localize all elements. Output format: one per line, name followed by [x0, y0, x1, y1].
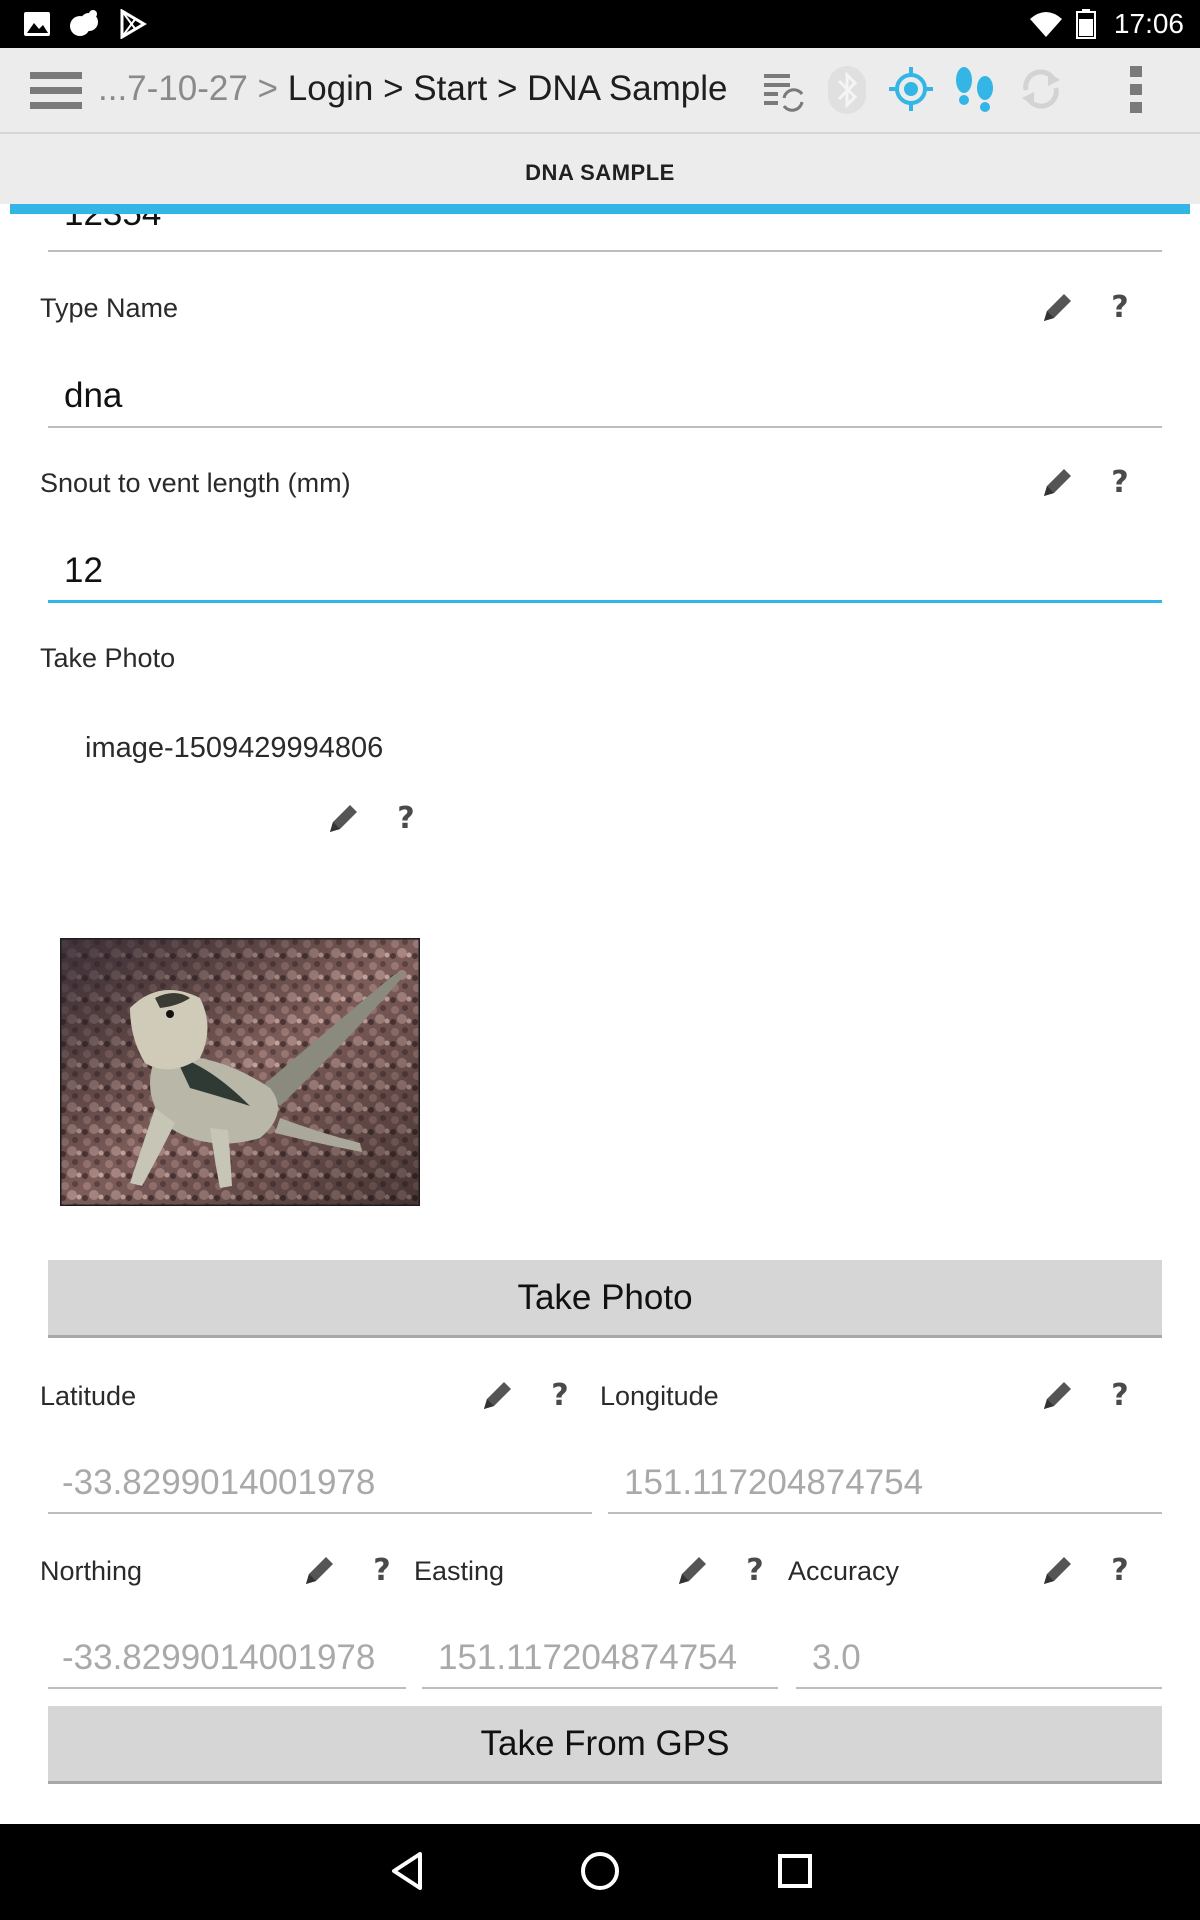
edit-pencil-icon[interactable]: [480, 1379, 514, 1413]
help-icon[interactable]: ?: [738, 1554, 772, 1588]
breadcrumb-prefix[interactable]: ...7-10-27: [98, 69, 248, 108]
menu-icon[interactable]: [30, 70, 82, 112]
tab-indicator: [10, 204, 1190, 214]
breadcrumb-dna-sample[interactable]: DNA Sample: [527, 69, 727, 108]
battery-icon: [1076, 9, 1096, 39]
longitude-input[interactable]: 151.117204874754: [624, 1463, 923, 1503]
accuracy-label: Accuracy: [788, 1556, 900, 1586]
breadcrumb-start[interactable]: Start: [413, 69, 487, 108]
photo-filename: image-1509429994806: [85, 732, 384, 764]
breadcrumb-separator: >: [257, 69, 278, 108]
edit-pencil-icon[interactable]: [1040, 466, 1074, 500]
accuracy-input[interactable]: 3.0: [812, 1638, 861, 1678]
edit-pencil-icon[interactable]: [1040, 291, 1074, 325]
top-field-underline: [48, 250, 1162, 252]
edit-pencil-icon[interactable]: [302, 1554, 336, 1588]
latitude-label: Latitude: [40, 1381, 137, 1411]
help-icon[interactable]: ?: [543, 1379, 577, 1413]
back-icon[interactable]: [384, 1846, 434, 1896]
latitude-underline: [48, 1512, 592, 1514]
easting-underline: [422, 1687, 778, 1689]
edit-pencil-icon[interactable]: [326, 802, 360, 836]
gallery-icon: [24, 12, 50, 36]
tab-bar: DNA SAMPLE: [0, 134, 1200, 204]
take-from-gps-button[interactable]: Take From GPS: [48, 1706, 1162, 1784]
svl-label: Snout to vent length (mm): [40, 468, 351, 498]
refresh-icon[interactable]: [1018, 66, 1064, 112]
home-icon[interactable]: [575, 1846, 625, 1896]
sync-list-icon[interactable]: [762, 68, 806, 112]
app-bar: ...7-10-27 > Login > Start > DNA Sample: [0, 48, 1200, 134]
help-icon[interactable]: ?: [1103, 291, 1137, 325]
tracking-icon[interactable]: [952, 64, 998, 114]
clock: 17:06: [1113, 8, 1184, 39]
accuracy-underline: [796, 1687, 1162, 1689]
help-icon[interactable]: ?: [1103, 466, 1137, 500]
easting-input[interactable]: 151.117204874754: [438, 1638, 737, 1678]
overflow-menu-icon[interactable]: [1125, 64, 1147, 116]
longitude-underline: [608, 1512, 1162, 1514]
navigation-bar: [0, 1824, 1200, 1920]
type-name-underline: [48, 426, 1162, 428]
edit-pencil-icon[interactable]: [1040, 1554, 1074, 1588]
longitude-label: Longitude: [600, 1381, 719, 1411]
type-name-label: Type Name: [40, 293, 179, 323]
wifi-icon: [1030, 12, 1062, 37]
help-icon[interactable]: ?: [1103, 1379, 1137, 1413]
breadcrumb: ...7-10-27 > Login > Start > DNA Sample: [98, 69, 728, 109]
help-icon[interactable]: ?: [365, 1554, 399, 1588]
latitude-input[interactable]: -33.8299014001978: [62, 1463, 375, 1503]
breadcrumb-login[interactable]: Login: [288, 69, 374, 108]
photo-thumbnail[interactable]: [60, 938, 420, 1206]
svl-input[interactable]: 12: [64, 551, 103, 591]
breadcrumb-separator: >: [383, 69, 404, 108]
easting-label: Easting: [414, 1556, 505, 1586]
breadcrumb-separator: >: [496, 69, 518, 108]
bluetooth-icon[interactable]: [826, 64, 868, 116]
play-store-icon: [120, 9, 147, 39]
gps-icon[interactable]: [888, 66, 934, 112]
take-photo-label: Take Photo: [40, 643, 176, 673]
tab-dna-sample[interactable]: DNA SAMPLE: [0, 160, 1200, 186]
help-icon[interactable]: ?: [389, 802, 423, 836]
northing-underline: [48, 1687, 406, 1689]
svl-underline-focused: [48, 600, 1162, 603]
cloud-icon: [70, 10, 98, 36]
northing-label: Northing: [40, 1556, 143, 1586]
edit-pencil-icon[interactable]: [675, 1554, 709, 1588]
status-bar: 17:06: [0, 0, 1200, 48]
edit-pencil-icon[interactable]: [1040, 1379, 1074, 1413]
type-name-input[interactable]: dna: [64, 376, 122, 416]
form-scroll-area[interactable]: 12354 Type Name ? dna Snout to vent leng…: [10, 214, 1190, 1824]
northing-input[interactable]: -33.8299014001978: [62, 1638, 375, 1678]
recents-icon[interactable]: [770, 1846, 820, 1896]
take-photo-button[interactable]: Take Photo: [48, 1260, 1162, 1338]
top-field-value[interactable]: 12354: [64, 214, 161, 234]
help-icon[interactable]: ?: [1103, 1554, 1137, 1588]
